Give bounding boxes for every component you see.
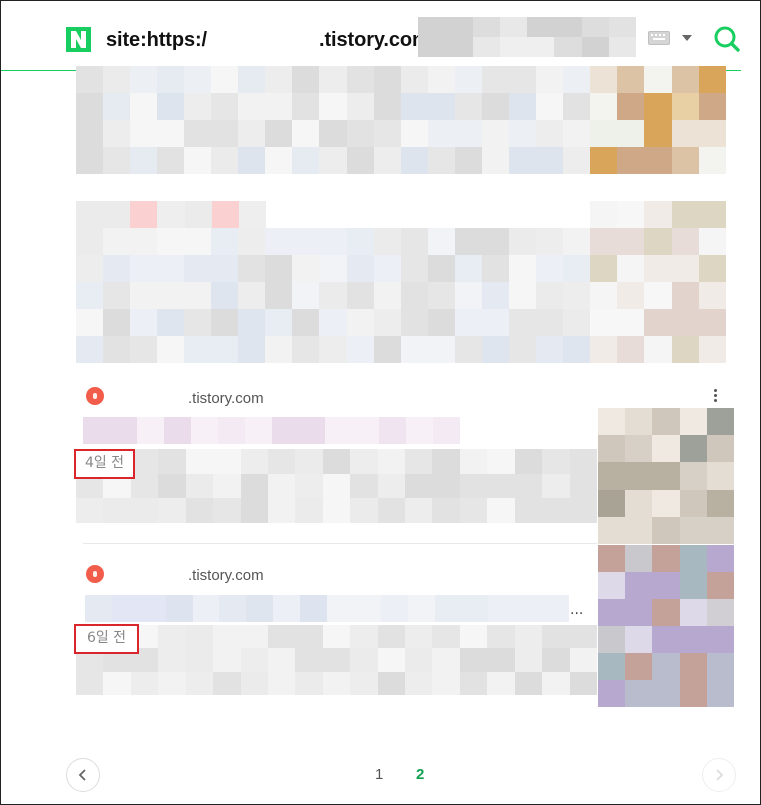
- page-1-link[interactable]: 1: [375, 766, 383, 783]
- blurred-result-description: [76, 449, 597, 523]
- search-icon[interactable]: [713, 25, 741, 53]
- result-date: 6일 전: [74, 624, 139, 654]
- page-2-current[interactable]: 2: [416, 766, 424, 783]
- blurred-result-description: [76, 625, 597, 695]
- result-date: 4일 전: [74, 449, 135, 479]
- prev-page-button[interactable]: [66, 758, 100, 792]
- chevron-left-icon: [78, 769, 86, 781]
- blurred-tag: [76, 201, 266, 228]
- blurred-result-top: [76, 66, 590, 174]
- blurred-thumbnail: [590, 201, 726, 363]
- next-page-button[interactable]: [702, 758, 736, 792]
- result-site-url[interactable]: .tistory.com: [108, 565, 264, 584]
- site-domain: .tistory.com: [188, 390, 264, 407]
- tistory-favicon-icon: [86, 387, 104, 405]
- query-masked-text: [207, 28, 319, 48]
- masked-blog-name: [108, 388, 188, 406]
- more-options-icon[interactable]: [712, 389, 720, 405]
- blurred-result-title[interactable]: [85, 595, 569, 622]
- result-divider: [83, 543, 597, 544]
- query-prefix: site:https:/: [106, 29, 208, 51]
- keyboard-icon[interactable]: [648, 31, 670, 45]
- chevron-down-icon[interactable]: [682, 35, 692, 41]
- query-suffix: .tistory.com: [319, 29, 430, 51]
- site-domain: .tistory.com: [188, 567, 264, 584]
- search-query[interactable]: site:https:/ .tistory.com: [106, 28, 430, 52]
- blurred-result-thumbnail[interactable]: [598, 408, 734, 544]
- title-ellipsis: ...: [570, 602, 584, 618]
- result-site-url[interactable]: .tistory.com: [108, 388, 264, 407]
- masked-blog-name: [108, 565, 188, 583]
- tistory-favicon-icon: [86, 565, 104, 583]
- query-masked-block: [418, 17, 636, 57]
- chevron-right-icon: [716, 769, 724, 781]
- blurred-result-body: [76, 228, 590, 363]
- blurred-thumbnail: [590, 66, 726, 174]
- blurred-result-title[interactable]: [83, 417, 460, 444]
- naver-logo-icon[interactable]: [66, 27, 91, 52]
- blurred-result-thumbnail[interactable]: [598, 545, 734, 707]
